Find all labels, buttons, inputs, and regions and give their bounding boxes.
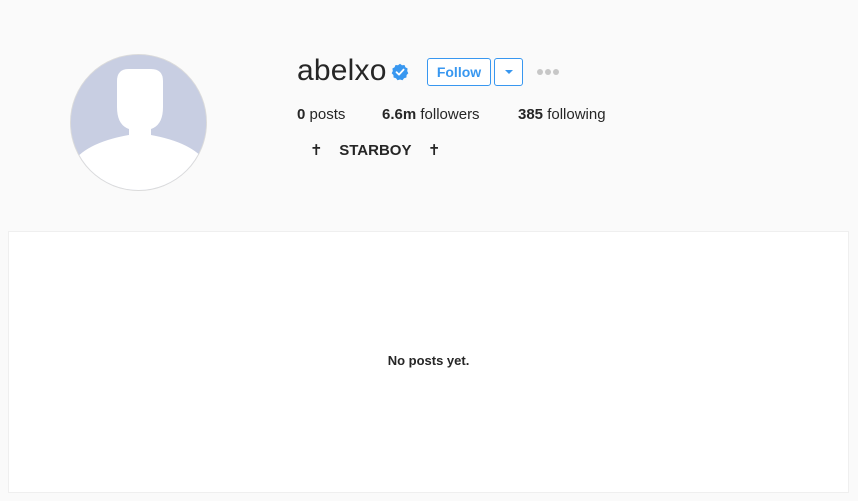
posts-grid-panel: No posts yet. (8, 231, 849, 493)
followers-count-label: followers (416, 106, 480, 123)
profile-page: abelxo Follow 0 posts 6.6m followers 385… (0, 0, 858, 501)
following-count-value: 385 (518, 106, 544, 123)
default-avatar-icon (71, 55, 206, 190)
ellipsis-icon (537, 69, 543, 75)
followers-count-value: 6.6m (382, 106, 417, 123)
posts-count: 0 posts (297, 105, 345, 125)
more-options-button[interactable] (535, 64, 561, 80)
ellipsis-icon (553, 69, 559, 75)
posts-count-label: posts (305, 106, 346, 123)
empty-posts-message: No posts yet. (387, 353, 470, 368)
ellipsis-icon (545, 69, 551, 75)
verified-badge-icon (391, 63, 409, 81)
profile-username: abelxo (297, 54, 387, 87)
profile-avatar[interactable] (70, 54, 207, 191)
following-count-label: following (543, 106, 606, 123)
following-count[interactable]: 385 following (518, 105, 606, 125)
suggestions-dropdown-button[interactable] (494, 58, 523, 86)
profile-bio: ✝ STARBOY ✝ (310, 142, 441, 159)
followers-count[interactable]: 6.6m followers (382, 105, 480, 125)
caret-down-icon (505, 70, 513, 74)
follow-button[interactable]: Follow (427, 58, 491, 86)
